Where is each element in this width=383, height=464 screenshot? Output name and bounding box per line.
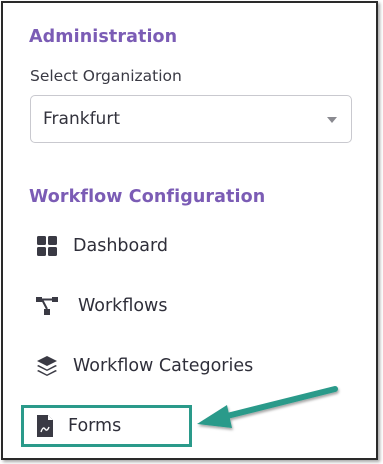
forms-highlight-box xyxy=(21,405,192,447)
workflow-configuration-heading: Workflow Configuration xyxy=(29,187,266,207)
organization-select[interactable]: Frankfurt xyxy=(30,95,352,143)
nav-item-workflows-label: Workflows xyxy=(78,296,168,316)
pointer-arrow-icon xyxy=(197,386,338,428)
administration-heading: Administration xyxy=(29,27,178,47)
nav-item-workflows[interactable]: Workflows xyxy=(35,291,167,321)
nav-item-dashboard[interactable]: Dashboard xyxy=(35,231,168,261)
select-organization-label: Select Organization xyxy=(30,67,182,85)
workflow-tree-icon xyxy=(35,294,59,318)
layers-icon xyxy=(35,354,59,378)
grid-icon xyxy=(35,234,59,258)
caret-down-icon xyxy=(327,117,337,123)
nav-item-dashboard-label: Dashboard xyxy=(73,236,168,256)
organization-select-value: Frankfurt xyxy=(43,109,120,129)
sidebar-panel: Administration Select Organization Frank… xyxy=(1,1,378,460)
